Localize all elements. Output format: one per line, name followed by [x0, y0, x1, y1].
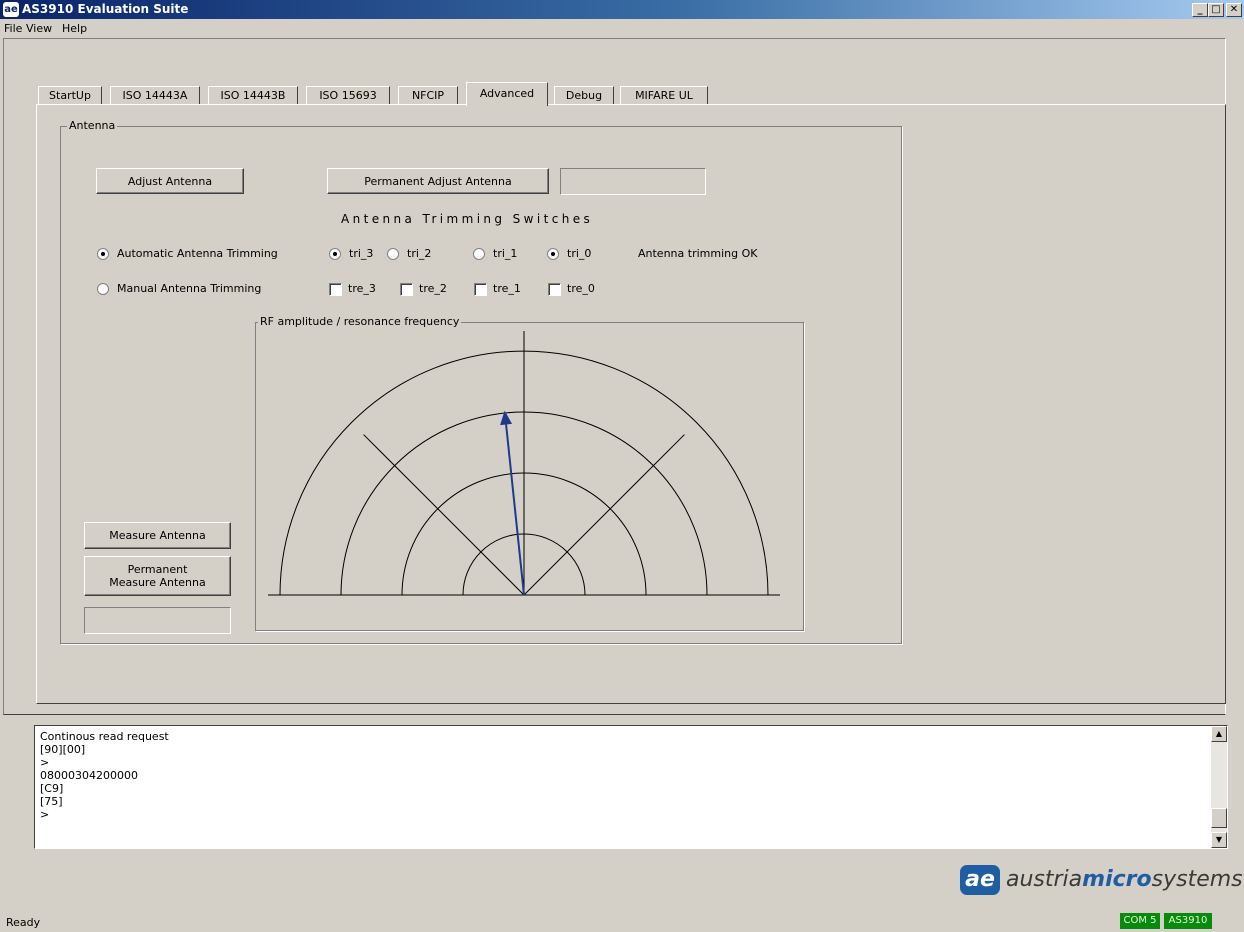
- antenna-group-label: Antenna: [67, 119, 118, 132]
- permanent-measure-value-field[interactable]: [84, 607, 231, 634]
- tre-3-label: tre_3: [348, 282, 376, 295]
- permanent-measure-line1: Permanent: [127, 563, 188, 576]
- permanent-adjust-value-field[interactable]: [560, 168, 706, 195]
- tri-2-label: tri_2: [407, 247, 432, 260]
- scroll-up-icon[interactable]: ▲: [1211, 726, 1227, 742]
- ae-logo-mark: ae: [960, 865, 1000, 895]
- menu-help[interactable]: Help: [62, 22, 87, 35]
- tri-1-radio[interactable]: [473, 248, 485, 260]
- permanent-measure-antenna-button[interactable]: Permanent Measure Antenna: [84, 556, 231, 596]
- rf-polar-plot: [268, 331, 780, 596]
- tri-0-label: tri_0: [567, 247, 592, 260]
- permanent-adjust-antenna-button[interactable]: Permanent Adjust Antenna: [327, 168, 549, 194]
- adjust-antenna-button[interactable]: Adjust Antenna: [96, 168, 244, 194]
- log-line: [C9]: [40, 782, 64, 795]
- ae-logo-icon[interactable]: ae: [3, 2, 19, 17]
- close-button[interactable]: ✕: [1226, 3, 1242, 17]
- polar-diagonal-right: [523, 434, 685, 596]
- maximize-button[interactable]: □: [1208, 3, 1224, 17]
- minimize-button[interactable]: _: [1192, 3, 1208, 17]
- log-lines: Continous read request [90][00] > 080003…: [40, 730, 169, 821]
- tre-2-label: tre_2: [419, 282, 447, 295]
- logo-text: austriamicrosystems: [1006, 867, 1243, 892]
- tri-0-radio[interactable]: [547, 248, 559, 260]
- tab-iso-14443a[interactable]: ISO 14443A: [110, 86, 200, 105]
- logo-suffix: systems: [1151, 867, 1243, 892]
- log-output[interactable]: Continous read request [90][00] > 080003…: [34, 725, 1228, 849]
- device-badge: AS3910: [1164, 913, 1212, 929]
- polar-diagonal-left: [363, 434, 525, 596]
- resonance-pointer: [505, 424, 525, 596]
- tab-startup[interactable]: StartUp: [38, 86, 102, 105]
- tri-3-label: tri_3: [349, 247, 374, 260]
- automatic-trimming-radio[interactable]: [97, 248, 109, 260]
- tre-3-checkbox[interactable]: [329, 283, 342, 296]
- tab-iso-15693[interactable]: ISO 15693: [306, 86, 390, 105]
- status-text: Ready: [6, 916, 41, 929]
- log-line: [90][00]: [40, 743, 86, 756]
- menu-view[interactable]: View: [26, 22, 52, 35]
- tab-nfcip[interactable]: NFCIP: [398, 86, 458, 105]
- scroll-thumb[interactable]: [1211, 808, 1227, 828]
- antenna-trimming-status: Antenna trimming OK: [638, 247, 758, 260]
- log-scrollbar[interactable]: ▲ ▼: [1211, 726, 1227, 848]
- tri-2-radio[interactable]: [387, 248, 399, 260]
- manual-trimming-radio[interactable]: [97, 283, 109, 295]
- window-title: AS3910 Evaluation Suite: [22, 2, 189, 16]
- tre-0-label: tre_0: [567, 282, 595, 295]
- tab-iso-14443b[interactable]: ISO 14443B: [208, 86, 298, 105]
- tri-1-label: tri_1: [493, 247, 518, 260]
- tre-2-checkbox[interactable]: [400, 283, 413, 296]
- tri-3-radio[interactable]: [329, 248, 341, 260]
- log-line: 08000304200000: [40, 769, 138, 782]
- polar-grid: [268, 331, 780, 596]
- menu-bar: File View Help: [0, 19, 1244, 37]
- scroll-down-icon[interactable]: ▼: [1211, 832, 1227, 848]
- tre-0-checkbox[interactable]: [548, 283, 561, 296]
- logo-middle: micro: [1082, 867, 1152, 892]
- com-port-badge: COM 5: [1120, 913, 1160, 929]
- log-line: [75]: [40, 795, 63, 808]
- tab-mifare-ul[interactable]: MIFARE UL: [620, 86, 708, 105]
- log-line: >: [40, 808, 50, 821]
- logo-prefix: austria: [1006, 867, 1083, 892]
- austriamicrosystems-logo: ae austriamicrosystems: [958, 863, 1243, 899]
- tre-1-label: tre_1: [493, 282, 521, 295]
- manual-trimming-label: Manual Antenna Trimming: [117, 282, 262, 295]
- menu-file[interactable]: File: [4, 22, 22, 35]
- rf-plot-label: RF amplitude / resonance frequency: [258, 315, 462, 328]
- tre-1-checkbox[interactable]: [474, 283, 487, 296]
- title-bar[interactable]: ae AS3910 Evaluation Suite _ □ ✕: [0, 0, 1244, 19]
- permanent-measure-line2: Measure Antenna: [109, 576, 206, 589]
- automatic-trimming-label: Automatic Antenna Trimming: [117, 247, 278, 260]
- tab-debug[interactable]: Debug: [554, 86, 614, 105]
- trimming-switches-heading: Antenna Trimming Switches: [341, 212, 594, 226]
- tab-advanced[interactable]: Advanced: [466, 82, 548, 106]
- measure-antenna-button[interactable]: Measure Antenna: [84, 522, 231, 549]
- log-line: Continous read request: [40, 730, 169, 743]
- log-line: >: [40, 756, 50, 769]
